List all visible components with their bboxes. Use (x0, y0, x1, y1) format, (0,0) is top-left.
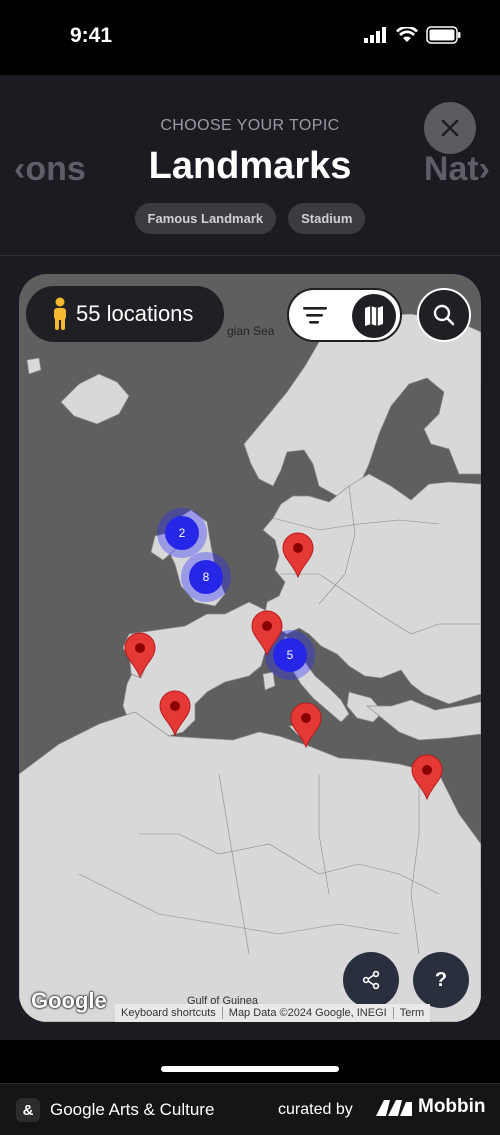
app-name: Google Arts & Culture (50, 1100, 215, 1119)
signal-icon (364, 27, 386, 43)
pin-marker[interactable] (158, 690, 192, 736)
share-button[interactable] (343, 952, 399, 1008)
map-data-text[interactable]: Map Data ©2024 Google, INEGI (223, 1007, 393, 1019)
cluster-count: 2 (165, 516, 199, 550)
map-view[interactable]: gian Sea Gulf of Guinea 2 8 5 55 locatio… (19, 274, 481, 1022)
mobbin-brand: Mobbin (376, 1096, 486, 1118)
locations-count: 55 locations (76, 301, 194, 326)
curated-by-label: curated by (278, 1101, 353, 1118)
map-attribution: Keyboard shortcuts Map Data ©2024 Google… (115, 1004, 431, 1022)
pin-marker[interactable] (281, 532, 315, 578)
mobbin-name: Mobbin (418, 1096, 486, 1117)
home-bar-area (0, 1040, 500, 1083)
cluster-marker[interactable]: 8 (181, 552, 231, 602)
cluster-marker[interactable]: 2 (157, 508, 207, 558)
pin-marker[interactable] (289, 702, 323, 748)
status-bar: 9:41 (0, 0, 500, 75)
chip-famous-landmark[interactable]: Famous Landmark (134, 203, 277, 234)
share-icon (362, 970, 380, 990)
topic-header: CHOOSE YOUR TOPIC ‹ons Landmarks Nat› Fa… (0, 75, 500, 256)
google-logo: Google (31, 988, 107, 1013)
wifi-icon (396, 27, 418, 42)
filter-icon[interactable] (301, 302, 329, 328)
footer-bar: & Google Arts & Culture curated by Mobbi… (0, 1083, 500, 1135)
pin-marker[interactable] (410, 754, 444, 800)
app-brand: & Google Arts & Culture (16, 1098, 214, 1122)
status-time: 9:41 (70, 24, 113, 47)
help-button[interactable]: ? (413, 952, 469, 1008)
terms-link[interactable]: Term (394, 1007, 430, 1019)
search-button[interactable] (417, 288, 471, 342)
status-icons (364, 26, 462, 44)
cluster-count: 8 (189, 560, 223, 594)
battery-icon (426, 26, 461, 44)
person-icon (54, 297, 66, 330)
close-icon (441, 119, 459, 137)
subtopic-chips: Famous Landmark Stadium (0, 203, 500, 234)
keyboard-shortcuts-link[interactable]: Keyboard shortcuts (115, 1007, 222, 1019)
map-icon (365, 306, 383, 326)
locations-count-pill: 55 locations (26, 286, 224, 342)
sea-label: gian Sea (227, 324, 275, 338)
arts-culture-logo-icon: & (16, 1098, 40, 1122)
mobbin-logo-icon (376, 1100, 412, 1116)
map-view-button[interactable] (352, 294, 396, 338)
search-icon (433, 304, 455, 326)
pin-marker[interactable] (250, 610, 284, 656)
chip-stadium[interactable]: Stadium (288, 203, 366, 234)
view-toggle (287, 288, 402, 342)
pin-marker[interactable] (123, 632, 157, 678)
home-indicator[interactable] (161, 1066, 339, 1072)
close-button[interactable] (424, 102, 476, 154)
next-topic[interactable]: Nat› (424, 150, 490, 189)
